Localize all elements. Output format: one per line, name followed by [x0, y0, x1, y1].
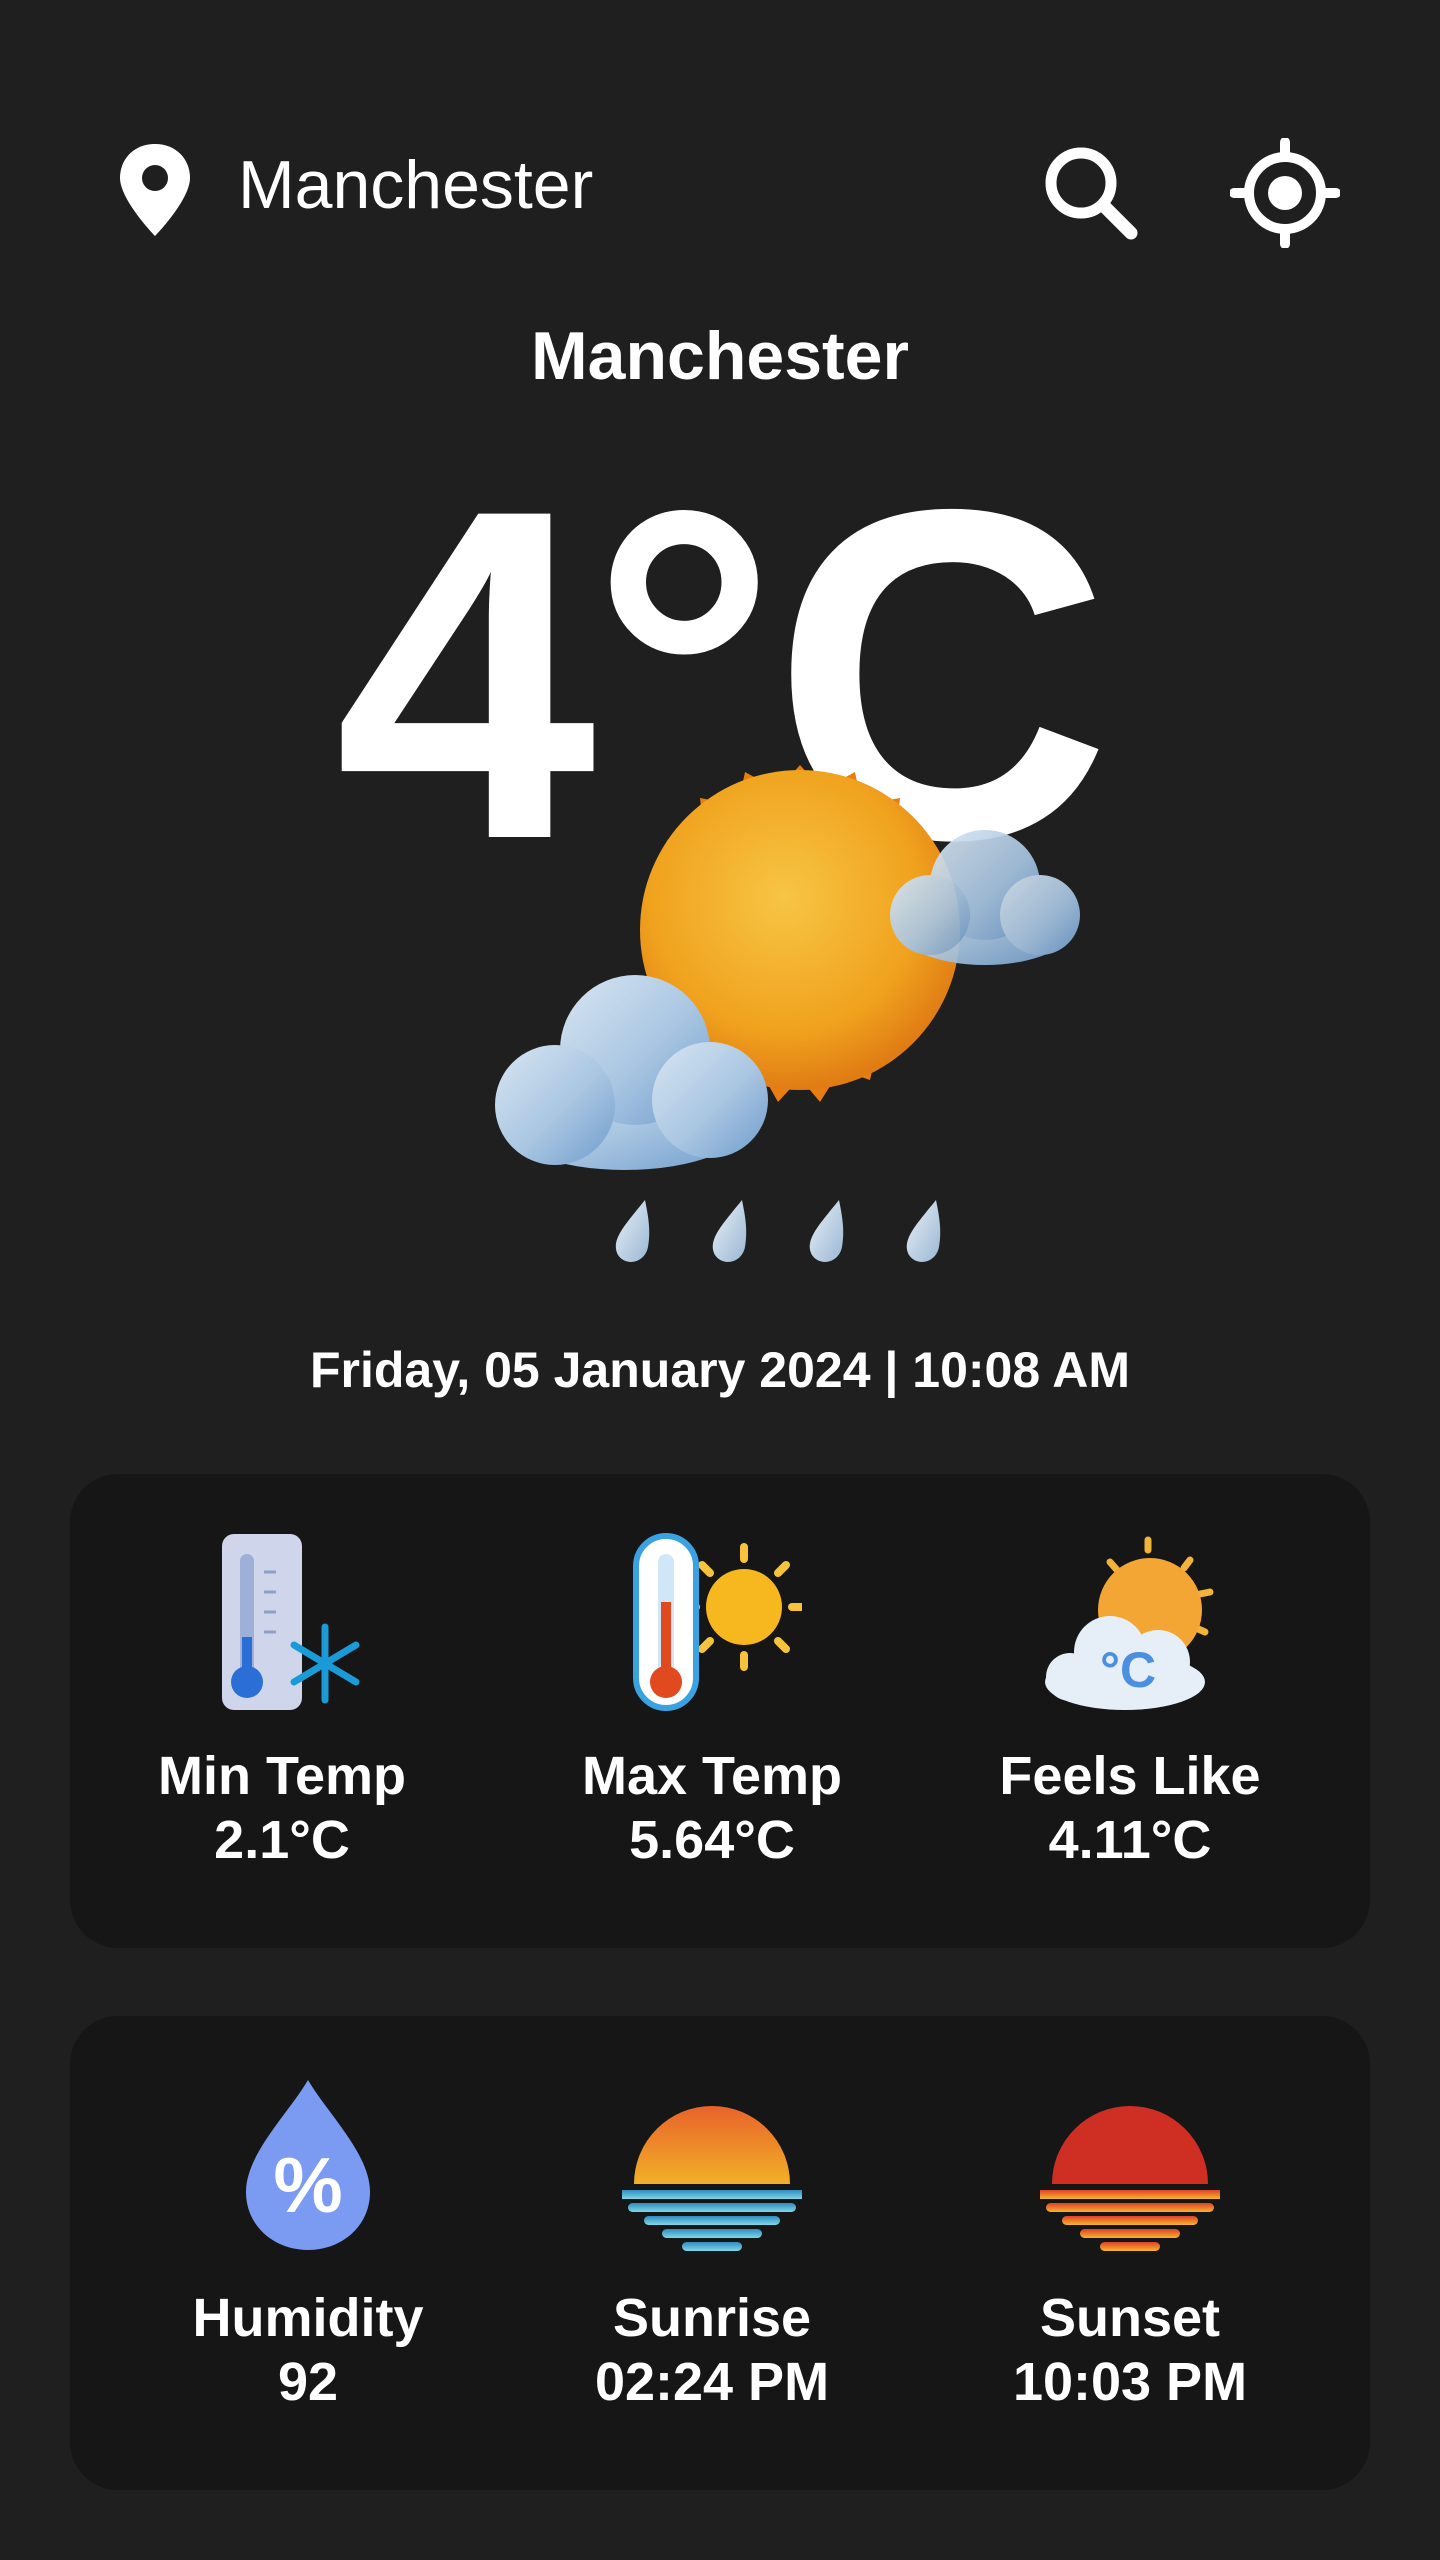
feels-like-icon: °C [1045, 1536, 1214, 1710]
humidity-stat: % Humidity 92 [98, 2016, 518, 2490]
sun-cloud-rain-icon [495, 765, 1080, 1262]
thermometer-cold-icon [222, 1534, 360, 1710]
sunset-stat: Sunset 10:03 PM [920, 2016, 1340, 2490]
sunrise-label: Sunrise [612, 2288, 812, 2348]
max-temp-label: Max Temp [581, 1746, 843, 1806]
sunset-value: 10:03 PM [1012, 2352, 1248, 2412]
humidity-drop-icon: % [246, 2080, 370, 2250]
humidity-value: 92 [277, 2352, 339, 2412]
svg-text:%: % [273, 2141, 342, 2229]
date-time: Friday, 05 January 2024 | 10:08 AM [310, 1342, 1130, 1398]
feels-like-value: 4.11°C [1048, 1810, 1212, 1870]
search-icon[interactable] [1036, 138, 1146, 248]
sunrise-stat: Sunrise 02:24 PM [502, 2016, 922, 2490]
humidity-label: Humidity [192, 2288, 424, 2348]
sunrise-value: 02:24 PM [594, 2352, 830, 2412]
humidity-sun-card: % Humidity 92 Sunrise 02:24 PM Sunset 10… [70, 2016, 1370, 2490]
feels-like-stat: °C Feels Like 4.11°C [920, 1474, 1340, 1948]
max-temp-stat: Max Temp 5.64°C [502, 1474, 922, 1948]
location-pin-icon [120, 144, 190, 236]
location-search-text[interactable]: Manchester [238, 145, 593, 225]
max-temp-value: 5.64°C [629, 1810, 795, 1870]
gps-target-icon[interactable] [1230, 138, 1340, 248]
sunset-icon [1040, 2106, 1220, 2251]
feels-like-label: Feels Like [999, 1746, 1261, 1806]
sunrise-icon [622, 2106, 802, 2251]
sunset-label: Sunset [1039, 2288, 1221, 2348]
svg-text:°C: °C [1100, 1642, 1156, 1698]
temperature-details-card: Min Temp 2.1°C Max Temp 5.64°C °C Feels … [70, 1474, 1370, 1948]
city-name: Manchester [531, 318, 909, 394]
thermometer-hot-icon [633, 1533, 802, 1711]
min-temp-stat: Min Temp 2.1°C [72, 1474, 492, 1948]
min-temp-value: 2.1°C [214, 1810, 350, 1870]
min-temp-label: Min Temp [158, 1746, 406, 1806]
